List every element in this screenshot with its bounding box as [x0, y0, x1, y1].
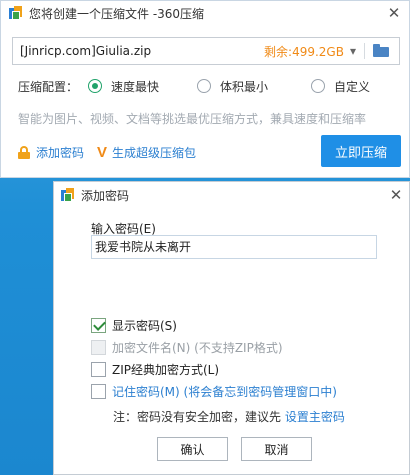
radio-fastest-label: 速度最快 [111, 79, 160, 94]
free-space-label: 剩余:499.2GB [264, 44, 344, 59]
zip-classic-encryption-checkbox[interactable] [91, 362, 106, 377]
add-password-link[interactable]: 添加密码 [18, 144, 84, 161]
set-master-password-link[interactable]: 设置主密码 [285, 410, 345, 424]
add-password-link-label[interactable]: 添加密码 [36, 144, 84, 161]
radio-smallest[interactable]: 体积最小 [197, 78, 311, 95]
app-360-icon [9, 6, 23, 20]
super-pack-link[interactable]: V 生成超级压缩包 [97, 144, 196, 161]
encrypt-filenames-option: 加密文件名(N) (不支持ZIP格式) [91, 339, 283, 356]
output-path-field[interactable]: [Jinricp.com]Giulia.zip 剩余:499.2GB ▾ [12, 37, 400, 65]
zip-classic-encryption-option[interactable]: ZIP经典加密方式(L) [91, 361, 219, 378]
compress-hint-text: 智能为图片、视频、文档等挑选最优压缩方式，兼具速度和压缩率 [18, 112, 367, 126]
radio-fastest-dot[interactable] [88, 79, 102, 93]
app-360-icon [61, 188, 75, 202]
cancel-button[interactable]: 取消 [241, 437, 312, 461]
compress-window: 您将创建一个压缩文件 -360压缩 ✕ [Jinricp.com]Giulia.… [0, 0, 410, 178]
password-dialog-titlebar: 添加密码 ✕ [54, 182, 409, 208]
show-password-option[interactable]: 显示密码(S) [91, 317, 177, 334]
encrypt-filenames-label: 加密文件名(N) (不支持ZIP格式) [112, 341, 283, 355]
compress-links-row: 添加密码 V 生成超级压缩包 [18, 144, 196, 161]
close-icon[interactable]: ✕ [379, 1, 409, 25]
radio-smallest-dot[interactable] [197, 79, 211, 93]
zip-classic-encryption-label: ZIP经典加密方式(L) [112, 363, 220, 377]
password-input[interactable]: 我爱书院从未离开 [91, 235, 377, 259]
radio-custom[interactable]: 自定义 [311, 78, 370, 95]
close-icon[interactable]: ✕ [383, 182, 409, 208]
password-dialog-title: 添加密码 [81, 188, 130, 203]
remember-password-checkbox[interactable] [91, 384, 106, 399]
remember-password-option[interactable]: 记住密码(M) (将会备忘到密码管理窗口中) [91, 383, 337, 400]
super-pack-link-label[interactable]: 生成超级压缩包 [112, 144, 196, 161]
security-note: 注：密码没有安全加密，建议先 设置主密码 [113, 408, 345, 425]
radio-custom-label: 自定义 [334, 79, 371, 94]
compress-now-button[interactable]: 立即压缩 [321, 135, 401, 167]
vip-icon: V [97, 144, 108, 161]
radio-custom-dot[interactable] [311, 79, 325, 93]
radio-smallest-label: 体积最小 [220, 79, 269, 94]
add-password-dialog: 添加密码 ✕ 输入密码(E) 我爱书院从未离开 显示密码(S) 加密文件名(N)… [53, 181, 410, 475]
compress-mode-radio-group: 速度最快 体积最小 自定义 [88, 78, 370, 95]
encrypt-filenames-checkbox [91, 340, 106, 355]
show-password-label: 显示密码(S) [112, 319, 177, 333]
compress-titlebar: 您将创建一个压缩文件 -360压缩 ✕ [1, 1, 409, 25]
confirm-button[interactable]: 确认 [157, 437, 228, 461]
compress-options-row: 压缩配置： 速度最快 体积最小 自定义 [18, 78, 370, 94]
folder-icon[interactable] [373, 44, 391, 58]
show-password-checkbox[interactable] [91, 318, 106, 333]
output-path-input[interactable]: [Jinricp.com]Giulia.zip [20, 44, 264, 58]
compress-options-label: 压缩配置： [18, 79, 79, 94]
radio-fastest[interactable]: 速度最快 [88, 78, 197, 95]
lock-icon [18, 146, 30, 159]
path-divider [364, 43, 365, 59]
security-note-text: 注：密码没有安全加密，建议先 [113, 410, 285, 424]
compress-window-title: 您将创建一个压缩文件 -360压缩 [29, 6, 205, 21]
remember-password-label: 记住密码(M) (将会备忘到密码管理窗口中) [112, 385, 337, 399]
chevron-down-icon[interactable]: ▾ [350, 44, 356, 58]
